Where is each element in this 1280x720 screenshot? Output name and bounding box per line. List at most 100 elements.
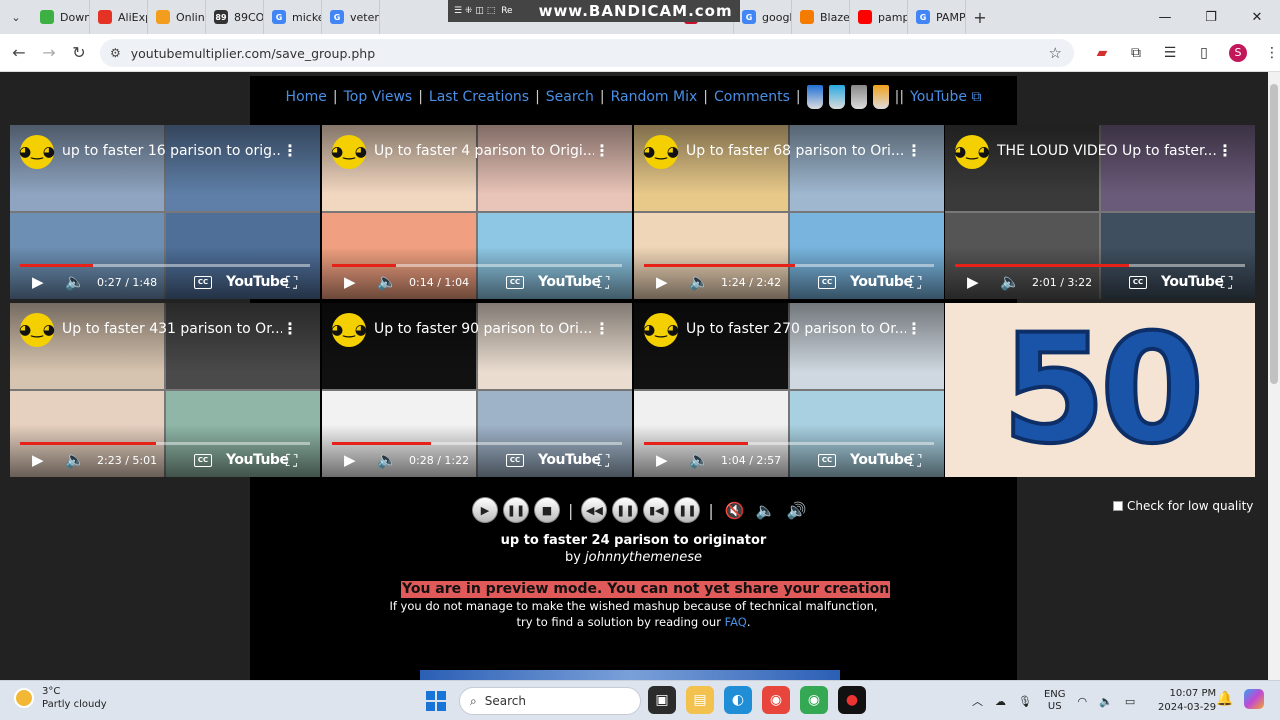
browser-tab[interactable]: Online [148,0,206,34]
reload-button[interactable]: ↻ [64,43,94,62]
progress-bar[interactable] [332,264,622,267]
menu-kebab-icon[interactable]: ⋮ [1255,45,1280,61]
menu-random-mix[interactable]: Random Mix [611,89,698,105]
taskbar-search[interactable]: ⌕ Search [459,687,641,715]
video-title[interactable]: up to faster 16 parison to orig... [62,143,282,159]
play-icon[interactable]: ▶ [967,273,979,291]
site-info-icon[interactable]: ⚙ [110,46,121,60]
edge-icon[interactable]: ◐ [724,686,752,714]
twitter-cup-icon[interactable] [828,85,845,109]
recorder-tool-icons[interactable]: ☰ ⁜ ◫ ⬚ [454,6,495,16]
progress-bar[interactable] [644,442,934,445]
checkbox-box[interactable] [1113,501,1123,511]
video-player[interactable]: ◕‿◕ Up to faster 270 parison to Or... ⋮ ▶ 🔈 1… [634,303,944,477]
channel-avatar[interactable]: ◕‿◕ [331,313,367,347]
youtube-logo[interactable]: YouTube [226,274,289,290]
video-player[interactable]: ◕‿◕ Up to faster 90 parison to Ori... ⋮ ▶ 🔈 0… [322,303,632,477]
channel-avatar[interactable]: ◕‿◕ [19,313,55,347]
channel-avatar[interactable]: ◕‿◕ [643,313,679,347]
browser-tab[interactable]: pampe [850,0,908,34]
progress-bar[interactable] [644,264,934,267]
browser-tab[interactable]: Blaze a [792,0,850,34]
progress-bar[interactable] [332,442,622,445]
progress-bar[interactable] [955,264,1245,267]
pause-sync-button[interactable]: ❚❚ [674,497,701,523]
volume-icon[interactable]: 🔈 [689,272,709,291]
show-hidden-icons[interactable]: ︿ [972,693,983,709]
volume-icon[interactable]: 🔈 [1000,272,1020,291]
language-indicator[interactable]: ENG US [1044,689,1066,713]
video-player[interactable]: ◕‿◕ up to faster 16 parison to orig... ⋮ ▶ 🔈… [10,125,320,299]
captions-icon[interactable]: CC [194,454,212,467]
fullscreen-icon[interactable]: ⛶ [286,273,297,293]
play-icon[interactable]: ▶ [344,451,356,469]
extension-icon[interactable]: ▰ [1085,45,1119,61]
menu-comments[interactable]: Comments [714,89,790,105]
browser-tab[interactable]: Gmickey [264,0,322,34]
microphone-icon[interactable]: 🎙 [1018,695,1032,708]
captions-icon[interactable]: CC [1129,276,1147,289]
channel-avatar[interactable]: ◕‿◕ [19,135,55,169]
video-title[interactable]: THE LOUD VIDEO Up to faster... [997,143,1217,159]
volume-icon[interactable]: 🔈 [65,272,85,291]
page-scrollbar[interactable] [1268,72,1280,680]
mute-all-icon[interactable]: 🔇 [722,497,748,523]
more-options-icon[interactable]: ⋮ [282,319,298,338]
channel-avatar[interactable]: ◕‿◕ [331,135,367,169]
video-title[interactable]: Up to faster 4 parison to Origi... [374,143,594,159]
play-icon[interactable]: ▶ [656,273,668,291]
more-options-icon[interactable]: ⋮ [282,141,298,160]
browser-tab[interactable]: G PAMPE [908,0,966,34]
minimize-button[interactable]: — [1142,0,1188,34]
side-panel-icon[interactable]: ▯ [1187,45,1221,61]
play-icon[interactable]: ▶ [344,273,356,291]
volume-icon[interactable]: 🔈 [1099,695,1113,708]
video-title[interactable]: Up to faster 68 parison to Ori... [686,143,906,159]
youtube-logo[interactable]: YouTube [850,452,913,468]
fullscreen-icon[interactable]: ⛶ [910,273,921,293]
maximize-button[interactable]: ❐ [1188,0,1234,34]
youtube-logo[interactable]: YouTube [538,452,601,468]
onedrive-icon[interactable]: ☁ [995,695,1006,708]
blogger-cup-icon[interactable] [872,85,889,109]
youtube-logo[interactable]: YouTube [850,274,913,290]
bookmark-star-icon[interactable]: ☆ [1049,44,1062,62]
captions-icon[interactable]: CC [818,276,836,289]
browser-tab[interactable]: Downlo [32,0,90,34]
chrome-profile-icon[interactable]: ◉ [800,686,828,714]
more-options-icon[interactable]: ⋮ [594,141,610,160]
menu-home[interactable]: Home [286,89,327,105]
file-explorer-icon[interactable]: ▤ [686,686,714,714]
google-cup-icon[interactable] [850,85,867,109]
play-icon[interactable]: ▶ [656,451,668,469]
progress-bar[interactable] [20,264,310,267]
tab-search-button[interactable]: ⌄ [0,0,32,34]
start-button[interactable] [426,691,446,711]
pause-all-button[interactable]: ❚❚ [503,497,529,523]
back-button[interactable]: ← [4,43,34,62]
wifi-icon[interactable]: ◠ [1078,695,1088,708]
rewind-button[interactable]: ◀◀ [581,497,608,523]
video-title[interactable]: Up to faster 90 parison to Ori... [374,321,594,337]
stop-all-button[interactable]: ■ [534,497,560,523]
captions-icon[interactable]: CC [194,276,212,289]
reading-list-icon[interactable]: ☰ [1153,45,1187,61]
clock[interactable]: 10:07 PM 2024-03-29 [1158,687,1216,715]
play-icon[interactable]: ▶ [32,451,44,469]
menu-search[interactable]: Search [546,89,594,105]
scrollbar-thumb[interactable] [1270,84,1278,384]
fullscreen-icon[interactable]: ⛶ [598,273,609,293]
play-icon[interactable]: ▶ [32,273,44,291]
volume-icon[interactable]: 🔈 [377,450,397,469]
fullscreen-icon[interactable]: ⛶ [1221,273,1232,293]
video-player[interactable]: ◕‿◕ Up to faster 431 parison to Or... ⋮ ▶ 🔈 2… [10,303,320,477]
menu-youtube-link[interactable]: YouTube ⧉ [910,89,981,105]
captions-icon[interactable]: CC [506,276,524,289]
more-options-icon[interactable]: ⋮ [594,319,610,338]
browser-tab[interactable]: Ggoogle [734,0,792,34]
new-tab-button[interactable]: + [966,8,994,27]
video-title[interactable]: Up to faster 270 parison to Or... [686,321,906,337]
chrome-icon[interactable]: ◉ [762,686,790,714]
video-player[interactable]: ◕‿◕ THE LOUD VIDEO Up to faster... ⋮ ▶ 🔈 2:01… [945,125,1255,299]
pause-button[interactable]: ❚❚ [612,497,639,523]
